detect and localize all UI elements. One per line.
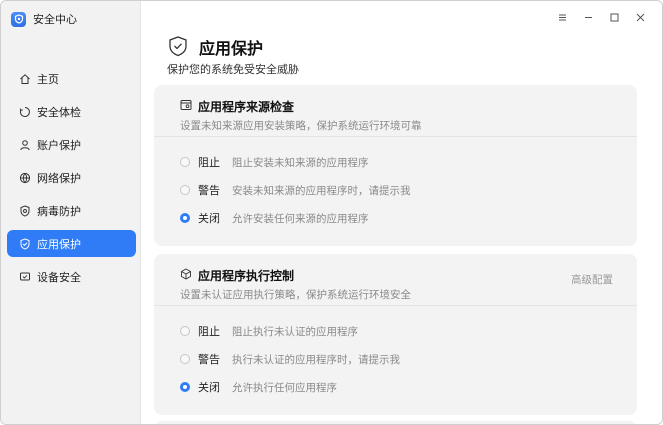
app-window: 安全中心 主页 安全体检 账户保护 网络保护 病毒防护 应用保护 设备安全 应用… (0, 0, 663, 425)
main-content: 应用保护 保护您的系统免受安全威胁 应用程序来源检查 设置未知来源应用安装策略，… (142, 1, 662, 424)
option-block[interactable]: 阻止 阻止安装未知来源的应用程序 (180, 153, 637, 171)
hamburger-menu-icon (558, 14, 566, 20)
option-label: 关闭 (198, 381, 220, 394)
option-label: 警告 (198, 353, 220, 366)
page-subtitle: 保护您的系统免受安全威胁 (167, 63, 299, 76)
option-description: 执行未认证的应用程序时，请提示我 (232, 353, 400, 366)
radio-button[interactable] (180, 157, 190, 167)
maximize-icon (610, 13, 618, 21)
minimize-icon (584, 16, 592, 18)
sidebar-item-account[interactable]: 账户保护 (7, 131, 136, 158)
window-controls (550, 7, 652, 27)
sidebar-item-label: 应用保护 (37, 237, 81, 251)
option-description: 安装未知来源的应用程序时，请提示我 (232, 184, 411, 197)
minimize-button[interactable] (576, 7, 600, 27)
user-icon (19, 139, 31, 151)
option-description: 允许安装任何来源的应用程序 (232, 212, 369, 225)
radio-button[interactable] (180, 185, 190, 195)
device-icon (19, 271, 31, 283)
option-warn[interactable]: 警告 安装未知来源的应用程序时，请提示我 (180, 181, 637, 199)
sidebar-item-app-protection[interactable]: 应用保护 (7, 230, 136, 257)
close-icon (636, 13, 644, 21)
option-block[interactable]: 阻止 阻止执行未认证的应用程序 (180, 322, 637, 340)
sidebar-item-label: 主页 (37, 72, 59, 86)
page-header: 应用保护 保护您的系统免受安全威胁 (167, 35, 299, 77)
option-off[interactable]: 关闭 允许安装任何来源的应用程序 (180, 209, 637, 227)
menu-button[interactable] (550, 7, 574, 27)
sidebar-item-label: 账户保护 (37, 138, 81, 152)
radio-button[interactable] (180, 326, 190, 336)
option-label: 警告 (198, 184, 220, 197)
maximize-button[interactable] (602, 7, 626, 27)
radio-button[interactable] (180, 354, 190, 364)
sidebar-item-virus[interactable]: 病毒防护 (7, 197, 136, 224)
shield-check-icon (167, 35, 189, 60)
option-description: 阻止执行未认证的应用程序 (232, 325, 358, 338)
sidebar-item-scan[interactable]: 安全体检 (7, 98, 136, 125)
sidebar-item-label: 病毒防护 (37, 204, 81, 218)
close-button[interactable] (628, 7, 652, 27)
next-card-partial (154, 421, 637, 424)
virus-shield-icon (19, 204, 31, 217)
option-label: 阻止 (198, 325, 220, 338)
card-title: 应用程序来源检查 (198, 99, 295, 114)
radio-button-selected[interactable] (180, 213, 190, 223)
app-title: 安全中心 (11, 10, 77, 28)
option-label: 关闭 (198, 212, 220, 225)
page-title: 应用保护 (199, 39, 264, 58)
option-label: 阻止 (198, 156, 220, 169)
card-title: 应用程序执行控制 (198, 268, 295, 283)
globe-icon (19, 172, 31, 184)
scan-icon (19, 106, 31, 118)
home-icon (19, 73, 31, 85)
card-description: 设置未知来源应用安装策略，保护系统运行环境可靠 (180, 120, 422, 132)
app-shield-icon (19, 237, 31, 250)
option-off[interactable]: 关闭 允许执行任何应用程序 (180, 378, 637, 396)
option-description: 阻止安装未知来源的应用程序 (232, 156, 369, 169)
source-check-options: 阻止 阻止安装未知来源的应用程序 警告 安装未知来源的应用程序时，请提示我 关闭… (154, 137, 637, 227)
sidebar-item-label: 安全体检 (37, 105, 81, 119)
option-warn[interactable]: 警告 执行未认证的应用程序时，请提示我 (180, 350, 637, 368)
sidebar: 安全中心 主页 安全体检 账户保护 网络保护 病毒防护 应用保护 设备安全 (1, 1, 141, 424)
execution-control-card: 应用程序执行控制 设置未认证应用执行策略，保护系统运行环境安全 高级配置 阻止 … (154, 254, 637, 415)
sidebar-item-home[interactable]: 主页 (7, 65, 136, 92)
sidebar-item-label: 设备安全 (37, 270, 81, 284)
app-source-icon (180, 99, 192, 114)
sidebar-nav: 主页 安全体检 账户保护 网络保护 病毒防护 应用保护 设备安全 (7, 65, 136, 296)
source-check-card: 应用程序来源检查 设置未知来源应用安装策略，保护系统运行环境可靠 阻止 阻止安装… (154, 85, 637, 246)
advanced-config-link[interactable]: 高级配置 (571, 272, 613, 287)
sidebar-item-label: 网络保护 (37, 171, 81, 185)
app-name: 安全中心 (33, 13, 77, 26)
sidebar-item-device[interactable]: 设备安全 (7, 263, 136, 290)
sidebar-item-network[interactable]: 网络保护 (7, 164, 136, 191)
option-description: 允许执行任何应用程序 (232, 381, 337, 394)
execution-control-options: 阻止 阻止执行未认证的应用程序 警告 执行未认证的应用程序时，请提示我 关闭 允… (154, 306, 637, 396)
radio-button-selected[interactable] (180, 382, 190, 392)
card-description: 设置未认证应用执行策略，保护系统运行环境安全 (180, 289, 411, 301)
cube-icon (180, 267, 192, 283)
app-logo-icon (11, 11, 26, 27)
